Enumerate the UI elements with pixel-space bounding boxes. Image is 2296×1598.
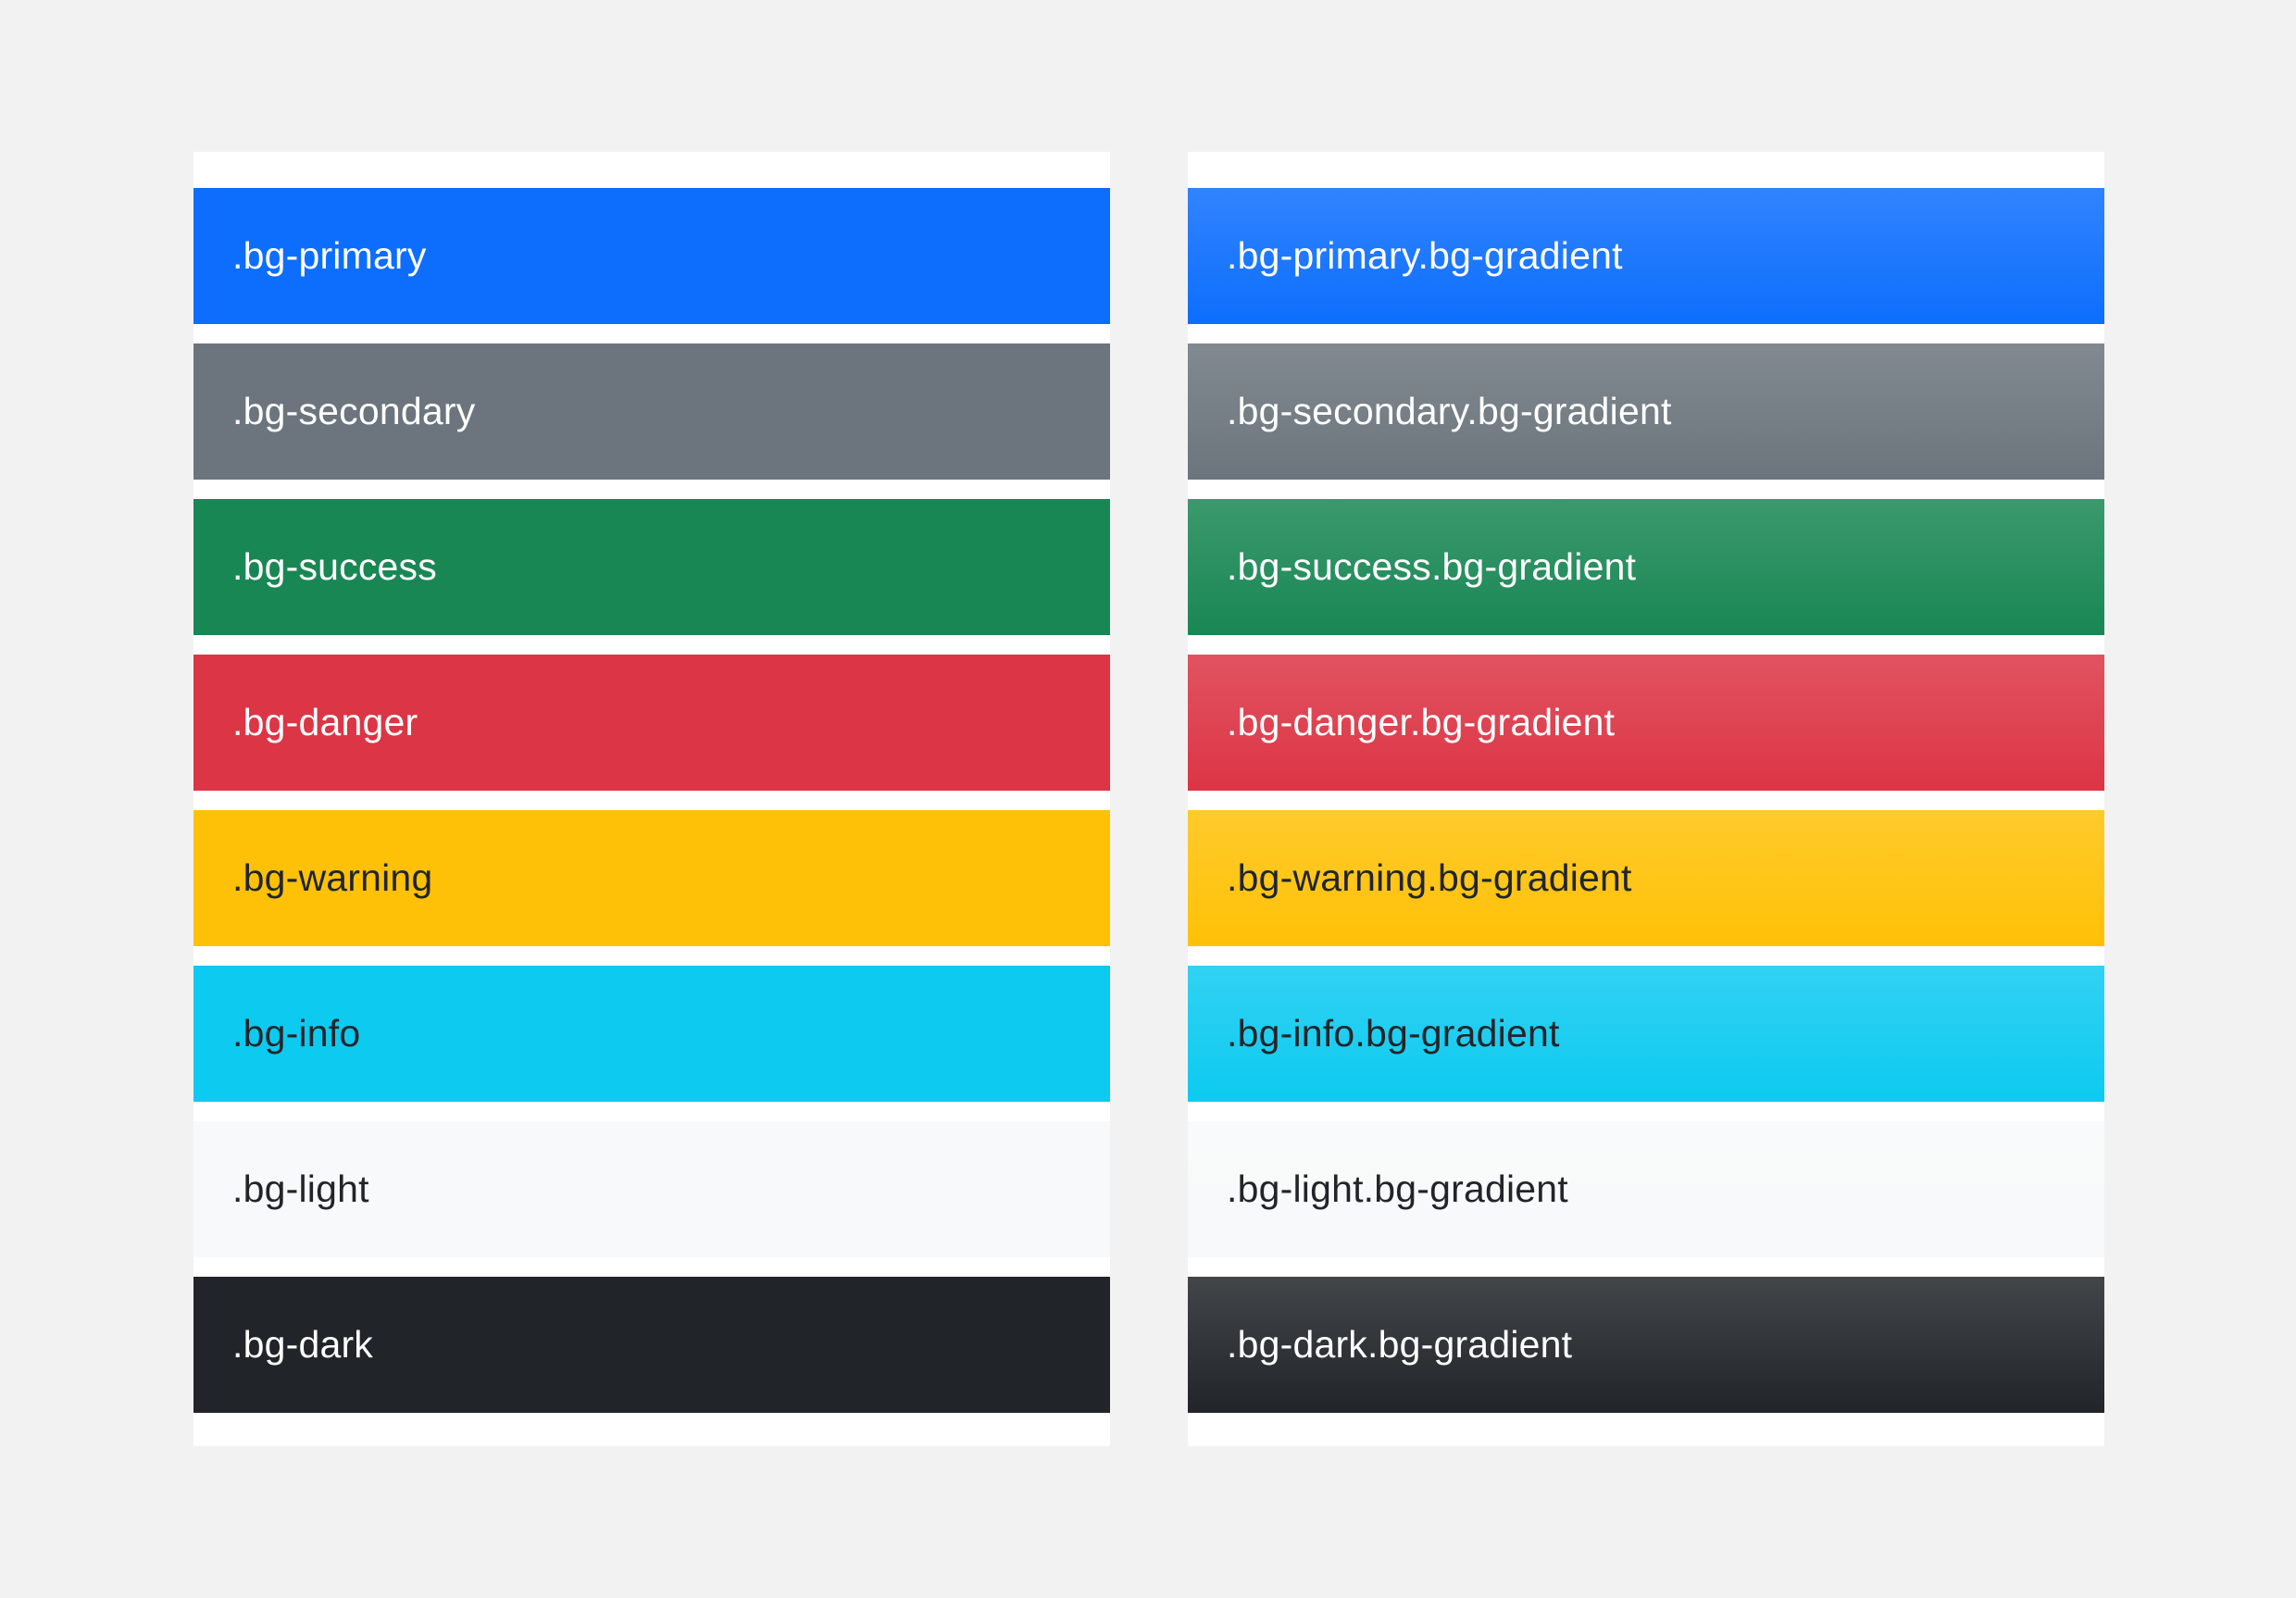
swatch-label: .bg-info — [232, 1012, 361, 1055]
swatch-label: .bg-danger — [232, 701, 418, 743]
swatch-label: .bg-primary.bg-gradient — [1227, 234, 1623, 277]
swatch-warning: .bg-warning — [193, 810, 1110, 946]
swatch-label: .bg-info.bg-gradient — [1227, 1012, 1560, 1055]
swatch-label: .bg-success.bg-gradient — [1227, 545, 1637, 588]
swatch-label: .bg-dark.bg-gradient — [1227, 1323, 1573, 1366]
gradient-swatch-warning: .bg-warning.bg-gradient — [1188, 810, 2104, 946]
swatch-label: .bg-secondary — [232, 390, 476, 432]
swatch-label: .bg-dark — [232, 1323, 374, 1366]
swatch-primary: .bg-primary — [193, 188, 1110, 324]
swatch-info: .bg-info — [193, 966, 1110, 1102]
gradient-swatch-dark: .bg-dark.bg-gradient — [1188, 1277, 2104, 1413]
solid-background-panel: .bg-primary .bg-secondary .bg-success .bg-d… — [193, 152, 1110, 1446]
swatch-label: .bg-success — [232, 545, 437, 588]
gradient-background-panel: .bg-primary.bg-gradient .bg-secondary.bg-… — [1188, 152, 2104, 1446]
gradient-swatch-danger: .bg-danger.bg-gradient — [1188, 655, 2104, 791]
swatch-label: .bg-warning — [232, 856, 433, 899]
gradient-swatch-success: .bg-success.bg-gradient — [1188, 499, 2104, 635]
swatch-danger: .bg-danger — [193, 655, 1110, 791]
swatch-light: .bg-light — [193, 1121, 1110, 1257]
swatch-label: .bg-primary — [232, 234, 427, 277]
swatch-label: .bg-secondary.bg-gradient — [1227, 390, 1672, 432]
gradient-swatch-info: .bg-info.bg-gradient — [1188, 966, 2104, 1102]
gradient-swatch-secondary: .bg-secondary.bg-gradient — [1188, 343, 2104, 480]
swatch-label: .bg-light — [232, 1167, 369, 1210]
swatch-dark: .bg-dark — [193, 1277, 1110, 1413]
swatch-label: .bg-light.bg-gradient — [1227, 1167, 1568, 1210]
swatch-secondary: .bg-secondary — [193, 343, 1110, 480]
swatch-success: .bg-success — [193, 499, 1110, 635]
gradient-swatch-primary: .bg-primary.bg-gradient — [1188, 188, 2104, 324]
swatch-label: .bg-warning.bg-gradient — [1227, 856, 1632, 899]
gradient-swatch-light: .bg-light.bg-gradient — [1188, 1121, 2104, 1257]
swatch-label: .bg-danger.bg-gradient — [1227, 701, 1616, 743]
